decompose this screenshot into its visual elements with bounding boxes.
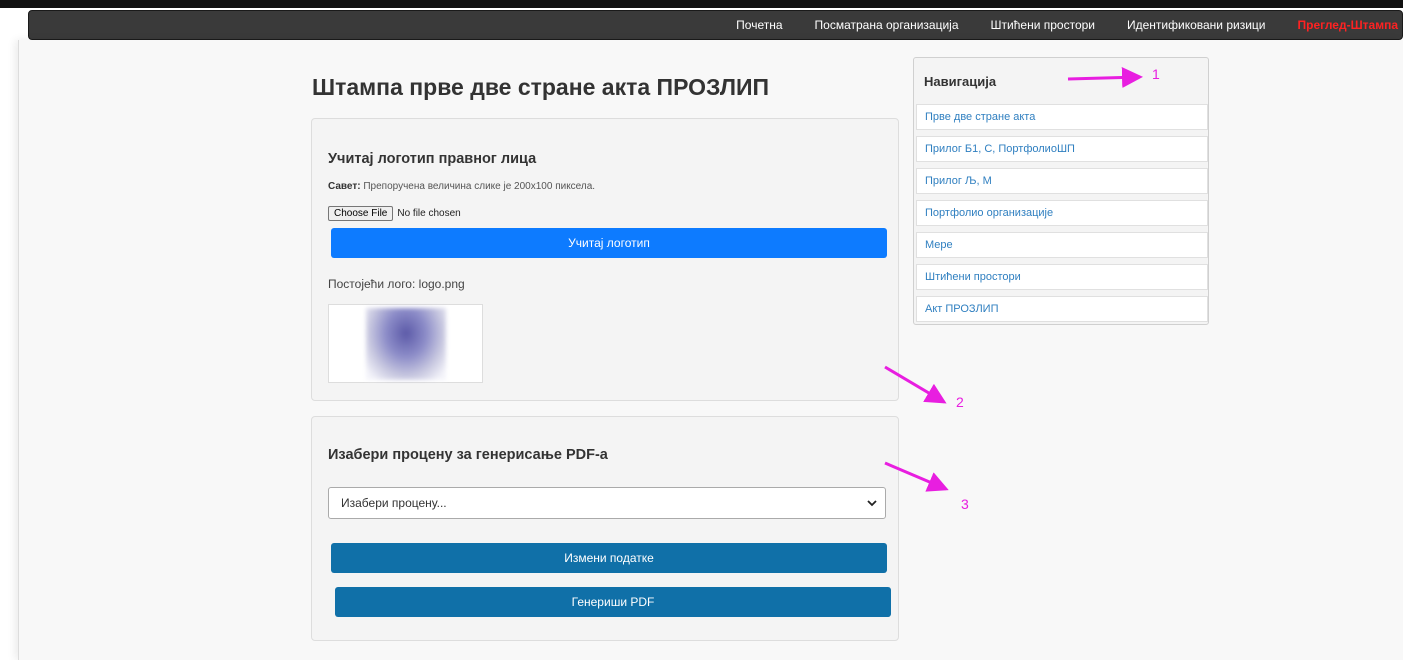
top-navbar: Почетна Посматрана организација Штићени … bbox=[28, 10, 1403, 40]
logo-preview bbox=[328, 304, 483, 383]
assessment-select[interactable]: Изабери процену... bbox=[328, 487, 886, 519]
sidebar-title: Навигација bbox=[924, 74, 997, 89]
sidebar-item-appendix-lj[interactable]: Прилог Љ, М bbox=[916, 168, 1208, 194]
chevron-down-icon bbox=[867, 500, 877, 507]
annotation-label-2: 2 bbox=[956, 394, 964, 410]
assessment-heading: Изабери процену за генерисање PDF-а bbox=[328, 447, 608, 463]
file-status: No file chosen bbox=[397, 208, 461, 219]
logo-upload-card: Учитај логотип правног лица Савет: Препо… bbox=[311, 118, 899, 401]
top-edge bbox=[0, 0, 1403, 8]
page-title: Штампа прве две стране акта ПРОЗЛИП bbox=[312, 74, 770, 100]
nav-identified-risks[interactable]: Идентификовани ризици bbox=[1127, 18, 1266, 32]
assessment-select-value: Изабери процену... bbox=[341, 496, 447, 510]
generate-pdf-button[interactable]: Генериши PDF bbox=[335, 587, 891, 617]
sidebar-item-appendix-b1[interactable]: Прилог Б1, С, ПортфолиоШП bbox=[916, 136, 1208, 162]
logo-upload-heading: Учитај логотип правног лица bbox=[328, 151, 537, 167]
nav-protected-spaces[interactable]: Штићени простори bbox=[991, 18, 1095, 32]
annotation-label-3: 3 bbox=[961, 496, 969, 512]
sidebar-item-act[interactable]: Акт ПРОЗЛИП bbox=[916, 296, 1208, 322]
assessment-card: Изабери процену за генерисање PDF-а Изаб… bbox=[311, 416, 899, 641]
sidebar-item-measures[interactable]: Мере bbox=[916, 232, 1208, 258]
navigation-sidebar: Навигација Прве две стране акта Прилог Б… bbox=[913, 57, 1209, 325]
nav-home[interactable]: Почетна bbox=[736, 18, 782, 32]
annotation-label-1: 1 bbox=[1152, 66, 1160, 82]
logo-image bbox=[365, 307, 446, 380]
nav-organization[interactable]: Посматрана организација bbox=[815, 18, 959, 32]
size-tip: Савет: Препоручена величина слике је 200… bbox=[328, 181, 595, 192]
existing-logo-label: Постојећи лого: logo.png bbox=[328, 277, 465, 291]
tip-label: Савет: bbox=[328, 181, 361, 192]
file-input: Choose File No file chosen bbox=[328, 206, 461, 221]
nav-review-print[interactable]: Преглед-Штампа bbox=[1298, 18, 1399, 32]
tip-text: Препоручена величина слике је 200x100 пи… bbox=[363, 181, 596, 192]
sidebar-item-portfolio[interactable]: Портфолио организације bbox=[916, 200, 1208, 226]
upload-logo-button[interactable]: Учитај логотип bbox=[331, 228, 887, 258]
edit-data-button[interactable]: Измени податке bbox=[331, 543, 887, 573]
sidebar-item-protected-spaces[interactable]: Штићени простори bbox=[916, 264, 1208, 290]
sidebar-item-first-two-pages[interactable]: Прве две стране акта bbox=[916, 104, 1208, 130]
choose-file-button[interactable]: Choose File bbox=[328, 206, 394, 221]
